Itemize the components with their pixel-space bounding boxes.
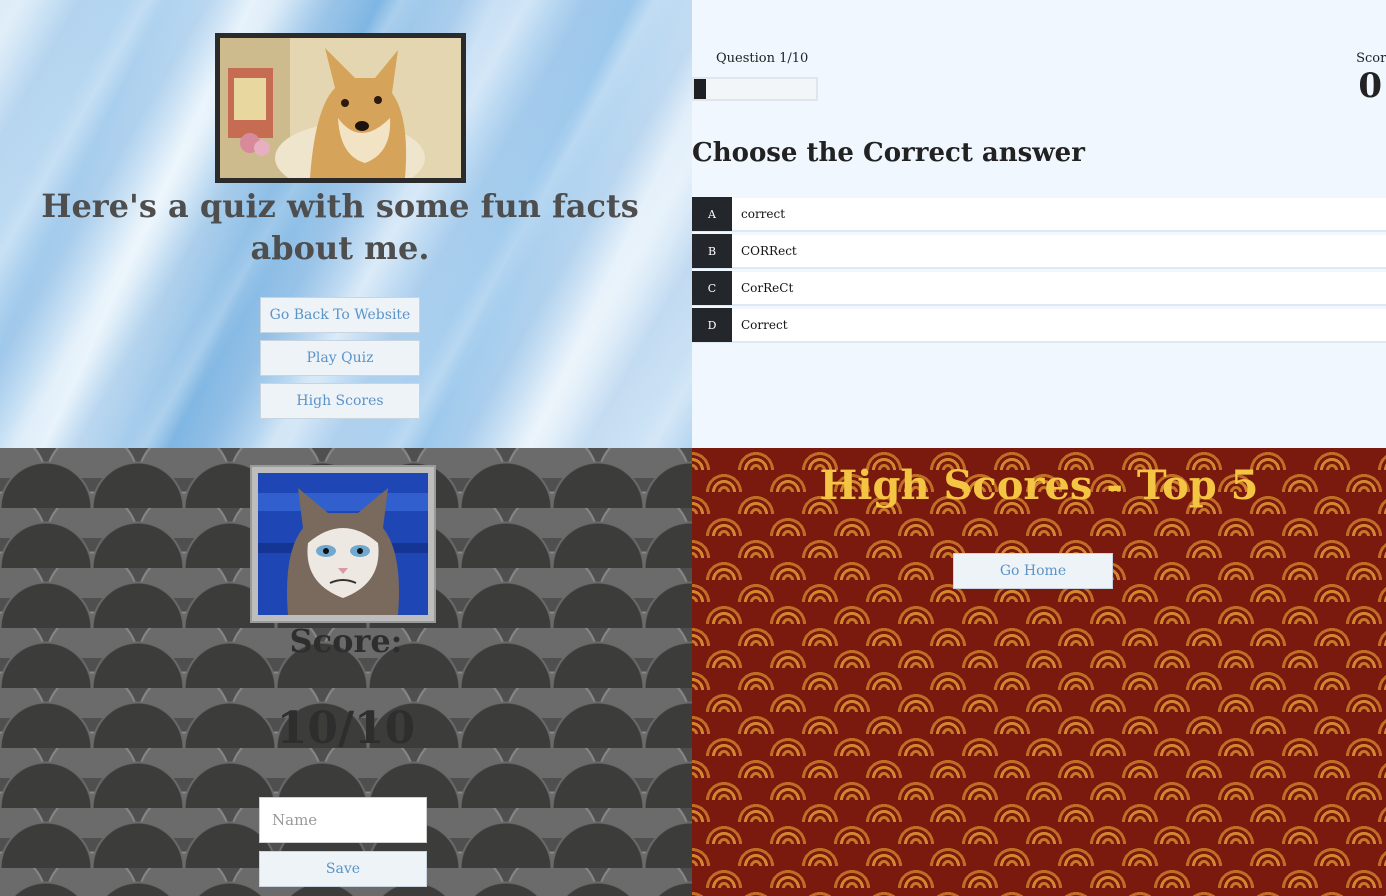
high-scores-button[interactable]: High Scores: [260, 383, 420, 419]
choice-d[interactable]: D Correct: [692, 308, 1386, 343]
choice-b[interactable]: B CORRect: [692, 234, 1386, 269]
grumpy-cat-photo: [258, 473, 428, 615]
grumpy-cat-photo-frame: [250, 465, 436, 623]
doge-photo: [220, 38, 461, 178]
choice-a[interactable]: A correct: [692, 197, 1386, 232]
end-screen: Score: 10/10 Save: [0, 448, 692, 896]
choice-text: CorReCt: [741, 281, 794, 295]
high-scores-title: High Scores - Top 5: [819, 462, 1259, 509]
final-score-value: 10/10: [276, 703, 416, 754]
choice-letter: B: [692, 234, 732, 268]
play-quiz-button[interactable]: Play Quiz: [260, 340, 420, 376]
choice-text: correct: [741, 207, 786, 221]
choice-letter: D: [692, 308, 732, 342]
progress-bar-fill: [694, 79, 707, 99]
save-button[interactable]: Save: [259, 851, 427, 887]
home-screen: Here's a quiz with some fun facts about …: [0, 0, 692, 448]
doge-photo-frame: [215, 33, 466, 183]
choice-letter: A: [692, 197, 732, 231]
score-value: 0: [1358, 66, 1382, 106]
home-title: Here's a quiz with some fun facts about …: [41, 187, 639, 267]
quiz-screen: Question 1/10 Score 0 Choose the Correct…: [692, 0, 1386, 448]
question-counter: Question 1/10: [716, 51, 809, 66]
name-input[interactable]: [259, 797, 427, 843]
progress-bar: [692, 77, 818, 101]
final-score-label: Score:: [289, 622, 403, 660]
go-back-to-website-button[interactable]: Go Back To Website: [260, 297, 420, 333]
question-text: Choose the Correct answer: [692, 138, 1085, 168]
high-scores-screen: High Scores - Top 5 Go Home: [692, 448, 1386, 896]
choice-text: Correct: [741, 318, 788, 332]
choice-text: CORRect: [741, 244, 797, 258]
score-label: Score: [1356, 51, 1386, 66]
choice-letter: C: [692, 271, 732, 305]
go-home-button[interactable]: Go Home: [953, 553, 1113, 589]
choice-c[interactable]: C CorReCt: [692, 271, 1386, 306]
